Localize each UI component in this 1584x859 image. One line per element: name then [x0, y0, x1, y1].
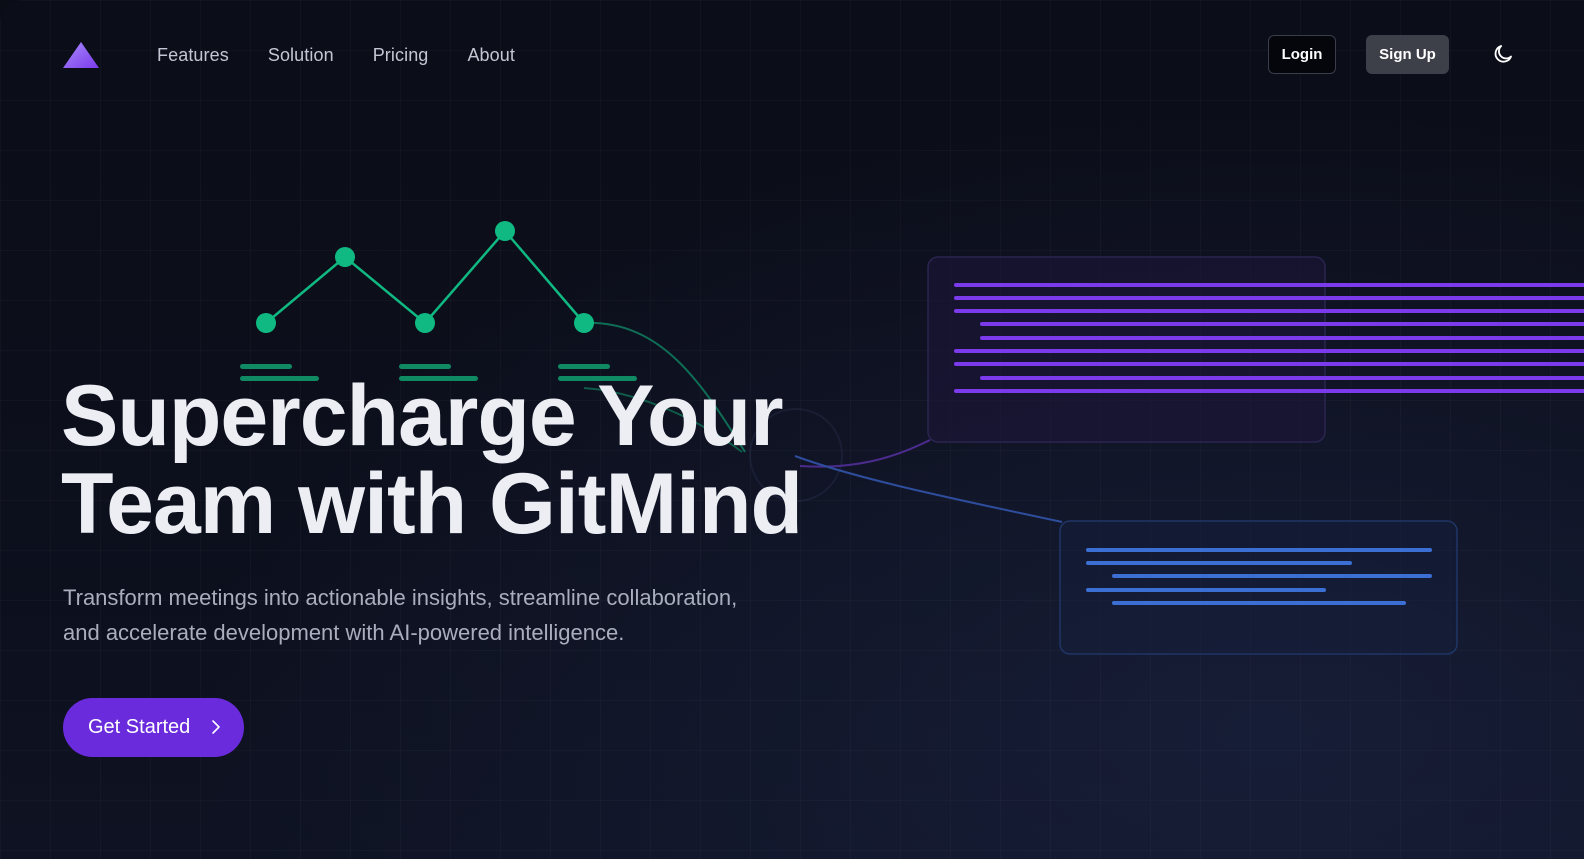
- nav-link-pricing[interactable]: Pricing: [373, 44, 429, 66]
- graph-point: [256, 313, 276, 333]
- triangle-logo[interactable]: [63, 42, 99, 68]
- graph-point: [574, 313, 594, 333]
- signup-button[interactable]: Sign Up: [1366, 35, 1449, 74]
- nav-link-solution[interactable]: Solution: [268, 44, 334, 66]
- connector-purple: [799, 439, 931, 468]
- nav-link-about[interactable]: About: [467, 44, 515, 66]
- graph-point: [415, 313, 435, 333]
- get-started-label: Get Started: [88, 716, 191, 738]
- code-card-blue: [1059, 520, 1458, 655]
- hero-subtitle: Transform meetings into actionable insig…: [63, 580, 783, 650]
- moon-icon[interactable]: [1491, 42, 1515, 66]
- graph-point: [495, 221, 515, 241]
- landing-page: Features Solution Pricing About Login Si…: [0, 0, 1584, 859]
- login-button[interactable]: Login: [1268, 35, 1336, 74]
- top-nav: Features Solution Pricing About Login Si…: [0, 0, 1584, 110]
- hero-title-line-2: Team with GitMind: [61, 456, 803, 552]
- hero-title-line-1: Supercharge Your: [61, 368, 784, 464]
- hero-subtitle-line-1: Transform meetings into actionable insig…: [63, 585, 738, 610]
- chevron-right-icon: [212, 720, 220, 734]
- nav-link-features[interactable]: Features: [157, 44, 229, 66]
- get-started-button[interactable]: Get Started: [63, 698, 244, 757]
- graph-point: [335, 247, 355, 267]
- hero-subtitle-line-2: and accelerate development with AI-power…: [63, 620, 625, 645]
- hero-title: Supercharge Your Team with GitMind: [61, 368, 803, 552]
- graph-line: [265, 229, 585, 325]
- nav-links: Features Solution Pricing About: [157, 44, 554, 66]
